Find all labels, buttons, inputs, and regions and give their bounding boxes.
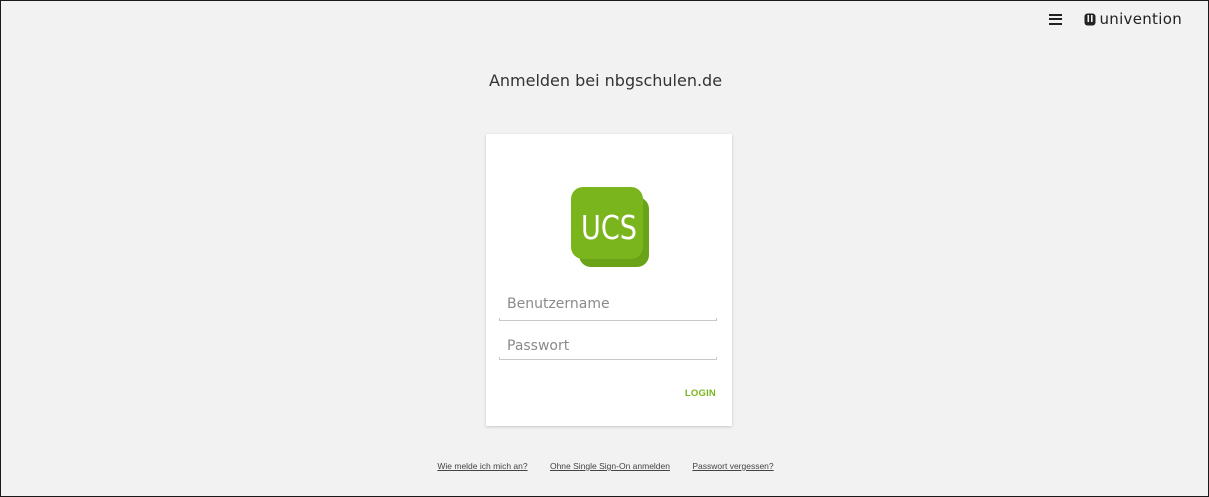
brand-name: univention: [1099, 10, 1182, 28]
login-button[interactable]: LOGIN: [685, 388, 716, 399]
help-login-link[interactable]: Wie melde ich mich an?: [437, 461, 527, 471]
ucs-logo: UCS: [571, 187, 649, 267]
forgot-password-link[interactable]: Passwort vergessen?: [692, 461, 773, 471]
hamburger-menu-icon[interactable]: [1049, 13, 1063, 25]
username-underline: [499, 318, 717, 321]
password-underline: [499, 357, 717, 360]
username-field[interactable]: [499, 291, 717, 317]
brand-logo: univention: [1084, 10, 1182, 28]
footer-links: Wie melde ich mich an? Ohne Single Sign-…: [1, 461, 1209, 471]
page-frame: univention Anmelden bei nbgschulen.de UC…: [0, 0, 1209, 497]
page-title: Anmelden bei nbgschulen.de: [488, 71, 723, 90]
password-field[interactable]: [499, 333, 717, 359]
login-without-sso-link[interactable]: Ohne Single Sign-On anmelden: [550, 461, 670, 471]
univention-logo-icon: [1084, 13, 1096, 25]
top-bar: univention: [1049, 9, 1182, 29]
login-card: UCS LOGIN: [486, 134, 732, 426]
ucs-logo-text: UCS: [581, 208, 637, 247]
